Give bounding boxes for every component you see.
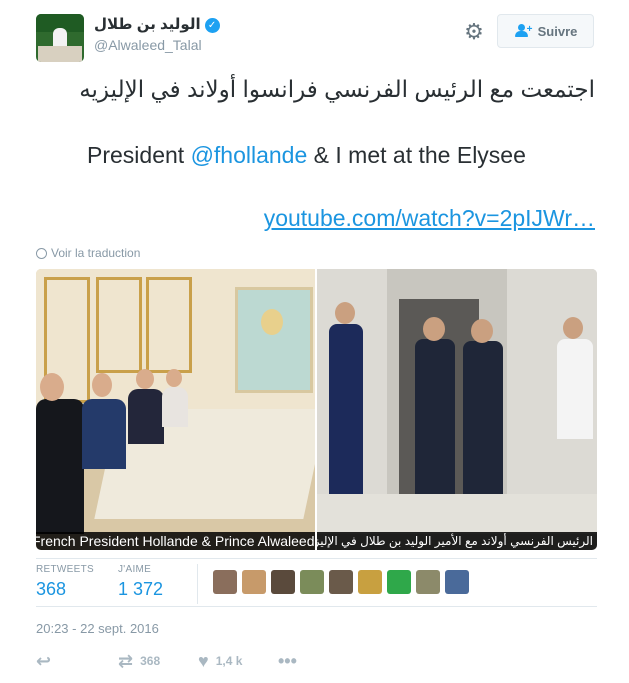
tweet-text-english: President @fhollande & I met at the Elys…	[87, 142, 526, 169]
follow-label: Suivre	[537, 23, 578, 39]
photo2-head	[471, 319, 493, 343]
photo2-person	[415, 339, 455, 494]
photo1-person	[82, 399, 126, 469]
tweet-text-suffix: & I met at the Elysee	[307, 142, 526, 168]
photo1-head	[166, 369, 182, 387]
heart-icon: ♥	[198, 651, 209, 671]
tweet-header: الوليد بن طلال ✓ @Alwaleed_Talal ⚙ + Sui…	[36, 14, 596, 62]
retweet-icon: ⇄	[118, 651, 134, 671]
photo1-person	[36, 399, 84, 534]
photo1-head	[92, 373, 112, 397]
stats-separator	[197, 564, 198, 604]
globe-icon	[36, 247, 47, 259]
translate-link[interactable]: Voir la traduction	[36, 246, 140, 260]
photo-elysee-steps[interactable]: الرئيس الفرنسي أولاند مع الأمير الوليد ب…	[317, 269, 597, 550]
tweet-text-arabic: اجتمعت مع الرئيس الفرنسي فرانسوا أولاند …	[79, 76, 595, 102]
tweet-timestamp[interactable]: 20:23 - 22 sept. 2016	[36, 621, 159, 636]
photo1-person	[128, 389, 164, 444]
retweets-count: 368	[36, 579, 67, 599]
like-action-count: 1,4 k	[215, 654, 243, 668]
liker-avatar[interactable]	[300, 570, 324, 594]
verified-badge-icon: ✓	[204, 17, 220, 33]
photo1-head	[136, 369, 154, 389]
retweet-button[interactable]: ⇄ 368	[118, 651, 160, 671]
liker-avatar[interactable]	[271, 570, 295, 594]
like-button[interactable]: ♥ 1,4 k	[198, 651, 242, 671]
avatar-desk	[38, 46, 82, 62]
liker-avatar[interactable]	[242, 570, 266, 594]
author-avatar[interactable]	[36, 14, 84, 62]
photo1-chandelier	[261, 309, 283, 335]
photo1-person	[162, 387, 188, 427]
liker-avatars	[213, 570, 469, 594]
liker-avatar[interactable]	[213, 570, 237, 594]
photo-caption-left: French President Hollande & Prince Alwal…	[36, 532, 315, 550]
translate-label: Voir la traduction	[51, 246, 141, 260]
liker-avatar[interactable]	[329, 570, 353, 594]
photo-caption-right: الرئيس الفرنسي أولاند مع الأمير الوليد ب…	[317, 532, 597, 550]
author-name[interactable]: الوليد بن طلال	[94, 14, 201, 36]
photo2-head	[335, 302, 355, 324]
photo1-panel	[96, 277, 142, 373]
mention-link[interactable]: @fhollande	[191, 142, 308, 168]
tweet-text-prefix: President	[87, 142, 191, 168]
divider-top	[36, 558, 597, 559]
reply-icon: ↩	[36, 651, 52, 671]
reply-button[interactable]: ↩	[36, 651, 51, 671]
photo2-person	[463, 341, 503, 494]
liker-avatar[interactable]	[416, 570, 440, 594]
photo-meeting-room[interactable]: French President Hollande & Prince Alwal…	[36, 269, 315, 550]
photo1-window	[235, 287, 313, 393]
photo1-head	[40, 373, 64, 401]
author-fullname-row[interactable]: الوليد بن طلال ✓	[94, 14, 220, 36]
liker-avatar[interactable]	[445, 570, 469, 594]
tweet-stats: RETWEETS 368 J'AIME 1 372	[36, 564, 597, 604]
liker-avatar[interactable]	[358, 570, 382, 594]
photo2-person	[557, 339, 593, 439]
photo1-panel	[146, 277, 192, 373]
likes-stat[interactable]: J'AIME 1 372	[118, 564, 163, 600]
retweets-label: RETWEETS	[36, 564, 94, 575]
more-button[interactable]: •••	[278, 651, 297, 671]
photo2-head	[423, 317, 445, 341]
photo2-head	[563, 317, 583, 339]
photo2-guard	[329, 324, 363, 494]
divider-bottom	[36, 606, 597, 607]
avatar-person	[53, 28, 67, 48]
liker-avatar[interactable]	[387, 570, 411, 594]
youtube-link[interactable]: youtube.com/watch?v=2pIJWr…	[264, 205, 595, 232]
media-grid: French President Hollande & Prince Alwal…	[36, 269, 597, 550]
photo2-steps	[317, 494, 597, 534]
tweet-actions: ↩ ⇄ 368 ♥ 1,4 k •••	[36, 651, 597, 673]
author-handle[interactable]: @Alwaleed_Talal	[94, 37, 220, 53]
likes-count: 1 372	[118, 579, 164, 599]
gear-icon[interactable]: ⚙	[464, 21, 484, 43]
retweets-stat[interactable]: RETWEETS 368	[36, 564, 94, 600]
likes-label: J'AIME	[118, 564, 152, 575]
follow-button[interactable]: + Suivre	[497, 14, 594, 48]
add-user-icon: +	[514, 24, 532, 38]
author-names: الوليد بن طلال ✓ @Alwaleed_Talal	[94, 14, 220, 53]
retweet-action-count: 368	[140, 654, 161, 668]
more-icon: •••	[278, 651, 297, 671]
